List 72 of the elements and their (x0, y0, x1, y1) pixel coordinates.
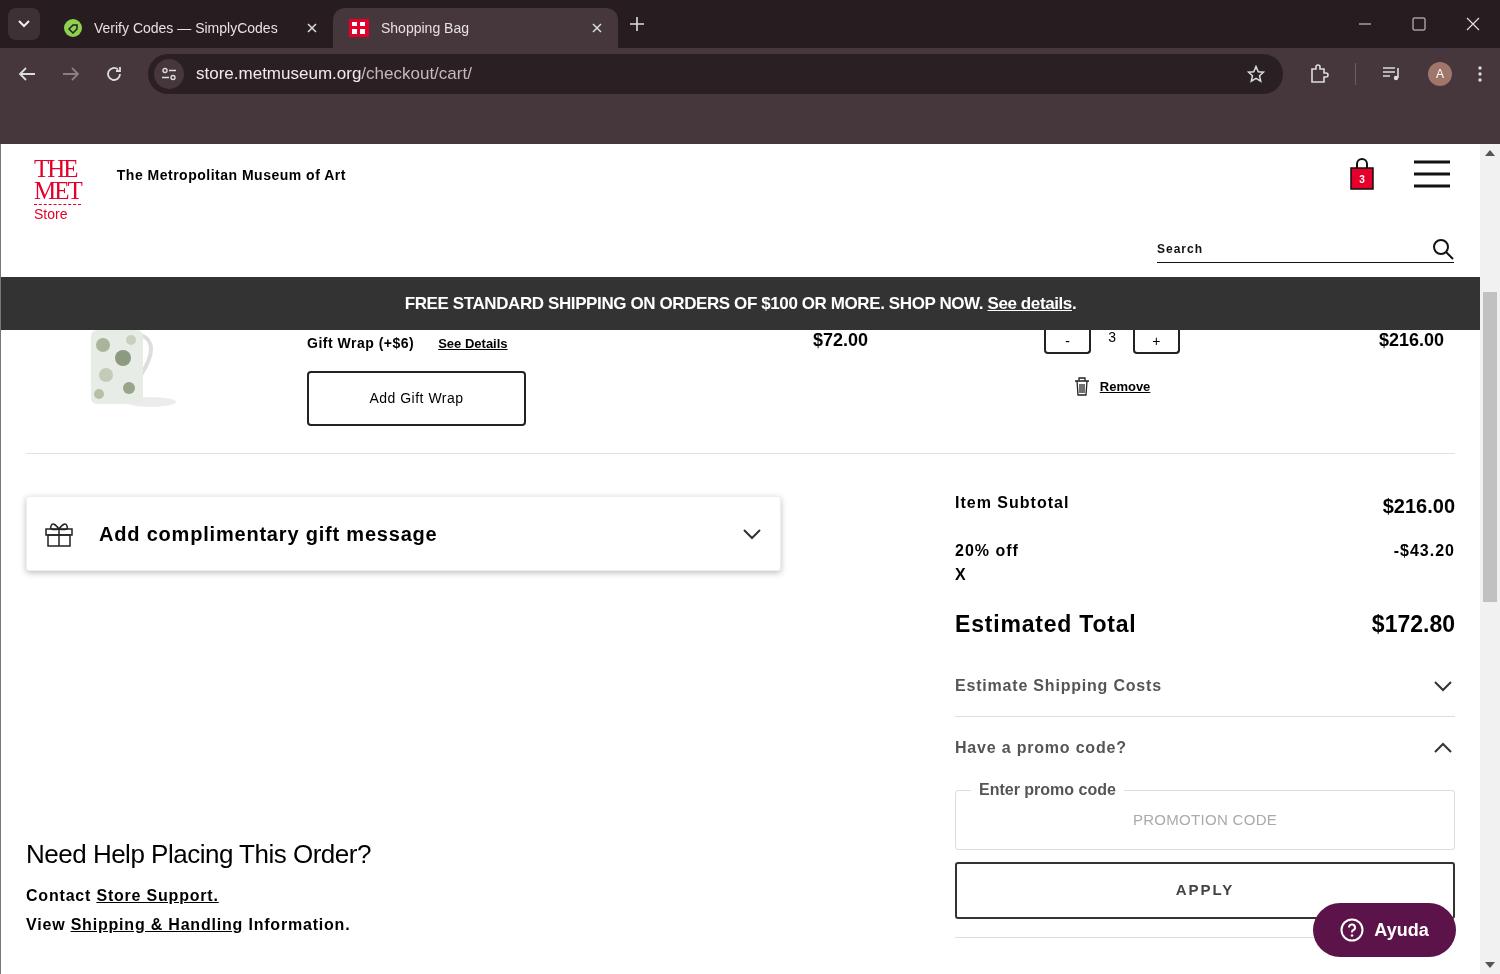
browser-tab[interactable]: Shopping Bag (333, 8, 618, 48)
scroll-up-icon[interactable] (1485, 150, 1495, 156)
discount-label: 20% off (955, 541, 1019, 561)
chevron-down-icon (742, 527, 762, 540)
remove-discount-button[interactable]: X (955, 563, 966, 587)
quantity-value: 3 (1108, 330, 1116, 344)
url-text: store.metmuseum.org/checkout/cart/ (196, 63, 473, 86)
trash-icon[interactable] (1073, 377, 1090, 397)
discount-value: -$43.20 (1393, 541, 1455, 561)
reload-icon[interactable] (106, 66, 122, 82)
help-link[interactable]: Store Support. (96, 887, 219, 904)
chevron-down-icon (1433, 679, 1453, 692)
close-icon[interactable] (592, 23, 602, 33)
logo-icon (349, 19, 369, 37)
see-details-link[interactable]: See details (987, 293, 1072, 313)
help-text: View Shipping & Handling Information. (26, 915, 352, 935)
help-chat-button[interactable]: Ayuda (1313, 903, 1456, 957)
gift-icon (45, 520, 73, 547)
unit-price: $72.00 (813, 329, 869, 349)
increase-button[interactable]: + (1132, 330, 1180, 354)
tab-list-button[interactable] (8, 8, 40, 40)
maximize-icon[interactable] (1412, 17, 1426, 31)
profile-avatar[interactable]: A (1428, 62, 1452, 86)
store-logo[interactable]: THE MET Store (34, 158, 81, 277)
extensions-icon[interactable] (1309, 64, 1329, 84)
search-field[interactable]: Search (1157, 240, 1432, 258)
decrease-button[interactable]: - (1044, 330, 1092, 354)
help-text: Contact Store Support. (26, 886, 220, 906)
tag-icon (64, 19, 82, 37)
see-details-link[interactable]: See Details (438, 333, 508, 354)
total-label: Estimated Total (955, 610, 1137, 639)
help-heading: Need Help Placing This Order? (26, 838, 372, 871)
site-info-icon[interactable] (154, 59, 184, 89)
gift-wrap-label: Gift Wrap (+$6) (307, 334, 415, 353)
close-icon[interactable] (1466, 17, 1480, 31)
tab-title: Shopping Bag (381, 18, 470, 38)
chevron-down-icon (18, 20, 30, 28)
logo-text: THE (34, 158, 77, 180)
chevron-up-icon (1433, 741, 1453, 754)
menu-icon[interactable] (1414, 160, 1450, 188)
new-tab-icon[interactable] (630, 17, 644, 31)
accordion-header[interactable]: Have a promo code? (955, 735, 1455, 760)
subtotal-label: Item Subtotal (955, 493, 1070, 513)
forward-icon[interactable] (62, 66, 80, 82)
accordion-label: Have a promo code? (955, 737, 1127, 758)
logo-text: Store (34, 207, 68, 221)
more-icon[interactable] (1478, 66, 1482, 82)
browser-tab[interactable]: Verify Codes — SimplyCodes (48, 8, 333, 48)
subtotal-value: $216.00 (1382, 494, 1455, 519)
help-link[interactable]: Shipping & Handling (70, 916, 244, 933)
line-total: $216.00 (1378, 329, 1444, 349)
total-value: $172.80 (1371, 610, 1455, 639)
accordion-label: Estimate Shipping Costs (955, 675, 1162, 696)
media-icon[interactable] (1382, 65, 1402, 83)
scroll-down-icon[interactable] (1485, 962, 1495, 968)
add-gift-wrap-button[interactable]: Add Gift Wrap (307, 371, 526, 426)
cart-count: 3 (1358, 173, 1366, 187)
scrollbar-thumb[interactable] (1483, 292, 1497, 602)
gift-message-label: Add complimentary gift message (99, 521, 439, 547)
accordion-header[interactable]: Estimate Shipping Costs (955, 673, 1455, 717)
back-icon[interactable] (18, 66, 36, 82)
tab-title: Verify Codes — SimplyCodes (94, 18, 279, 38)
star-icon[interactable] (1247, 65, 1265, 83)
museum-name: The Metropolitan Museum of Art (116, 166, 346, 183)
help-icon (1340, 918, 1365, 942)
close-icon[interactable] (307, 23, 317, 33)
logo-text: MET (34, 180, 81, 205)
search-icon[interactable] (1432, 238, 1454, 260)
address-bar[interactable]: store.metmuseum.org/checkout/cart/ (148, 54, 1283, 94)
remove-link[interactable]: Remove (1099, 377, 1151, 397)
gift-message-toggle[interactable]: Add complimentary gift message (26, 496, 781, 571)
banner-text: FREE STANDARD SHIPPING ON ORDERS OF $100 OR MORE. SHOP NOW. See details. (404, 292, 1077, 315)
